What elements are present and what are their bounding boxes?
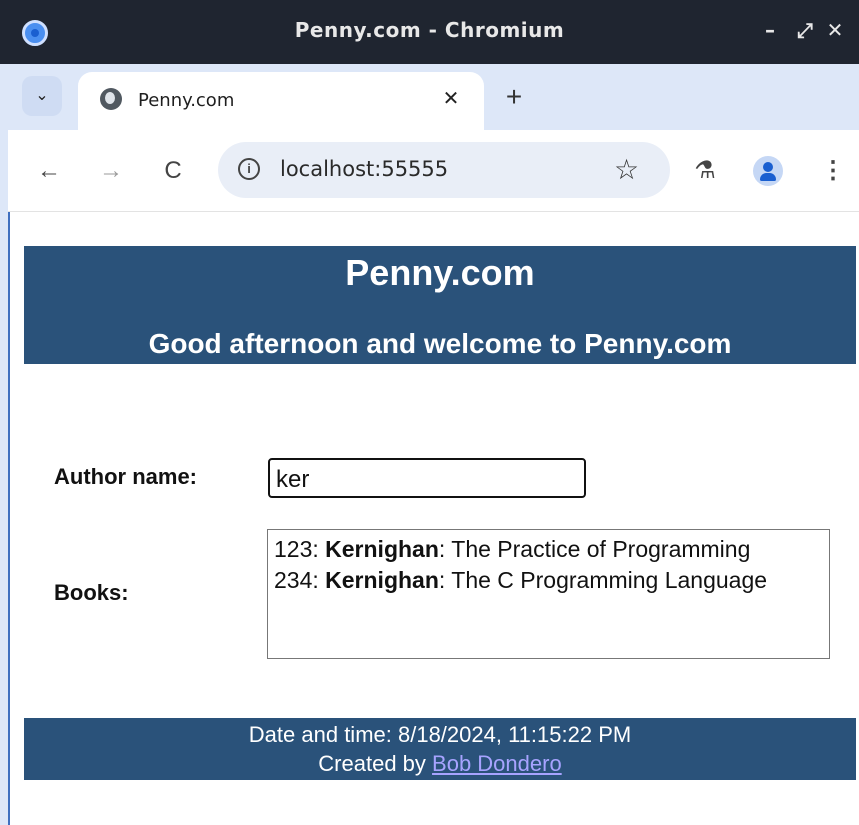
tab-penny[interactable]: Penny.com ✕	[78, 72, 484, 130]
menu-kebab-icon[interactable]: ⋮	[816, 154, 850, 188]
greeting-text: Good afternoon and welcome to Penny.com	[148, 328, 732, 359]
created-by-line: Created by Bob Dondero	[24, 749, 856, 778]
book-isbn: 234	[274, 567, 313, 593]
site-info-icon[interactable]: i	[238, 158, 260, 180]
globe-icon	[100, 88, 122, 110]
book-author: Kernighan	[325, 567, 439, 593]
forward-arrow-icon[interactable]: →	[94, 154, 128, 188]
book-author: Kernighan	[325, 536, 439, 562]
close-window-icon[interactable]: ✕	[823, 16, 847, 44]
page-title: Penny.com	[345, 252, 535, 293]
window-border	[8, 212, 10, 825]
minimize-icon[interactable]: –	[758, 16, 782, 44]
tab-close-icon[interactable]: ✕	[436, 84, 466, 114]
browser-toolbar: ← → C i localhost:55555 ☆ ⚗ ⋮	[8, 130, 859, 212]
tab-title: Penny.com	[138, 90, 235, 111]
book-list-item: 123: Kernighan: The Practice of Programm…	[274, 536, 751, 562]
bookmark-star-icon[interactable]: ☆	[614, 153, 639, 186]
tab-strip: ⌄ Penny.com ✕ +	[8, 64, 859, 130]
page-header-banner: Penny.com Good afternoon and welcome to …	[24, 246, 856, 364]
tab-search-dropdown-icon[interactable]: ⌄	[22, 76, 62, 116]
url-text[interactable]: localhost:55555	[280, 157, 448, 181]
author-name-input[interactable]	[268, 458, 586, 498]
labs-flask-icon[interactable]: ⚗	[688, 154, 722, 188]
profile-avatar-icon[interactable]	[753, 156, 783, 186]
maximize-icon[interactable]: ⤢	[793, 16, 817, 44]
created-by-text: Created by	[318, 751, 433, 776]
book-isbn: 123	[274, 536, 313, 562]
books-results: 123: Kernighan: The Practice of Programm…	[267, 529, 830, 659]
author-name-label: Author name:	[54, 464, 197, 489]
window-title: Penny.com - Chromium	[294, 18, 565, 42]
books-label: Books:	[54, 580, 129, 605]
book-title: The C Programming Language	[451, 567, 768, 593]
page-footer: Date and time: 8/18/2024, 11:15:22 PM Cr…	[24, 718, 856, 780]
datetime-text: Date and time: 8/18/2024, 11:15:22 PM	[248, 722, 632, 747]
window-edge	[0, 64, 8, 825]
book-title: The Practice of Programming	[451, 536, 751, 562]
address-bar[interactable]: i localhost:55555 ☆	[218, 142, 670, 198]
new-tab-icon[interactable]: +	[496, 80, 532, 116]
reload-icon[interactable]: C	[156, 154, 190, 188]
author-link[interactable]: Bob Dondero	[432, 751, 562, 776]
back-arrow-icon[interactable]: ←	[32, 154, 66, 188]
book-list-item: 234: Kernighan: The C Programming Langua…	[274, 567, 768, 593]
window-titlebar: Penny.com - Chromium – ⤢ ✕	[0, 0, 859, 64]
